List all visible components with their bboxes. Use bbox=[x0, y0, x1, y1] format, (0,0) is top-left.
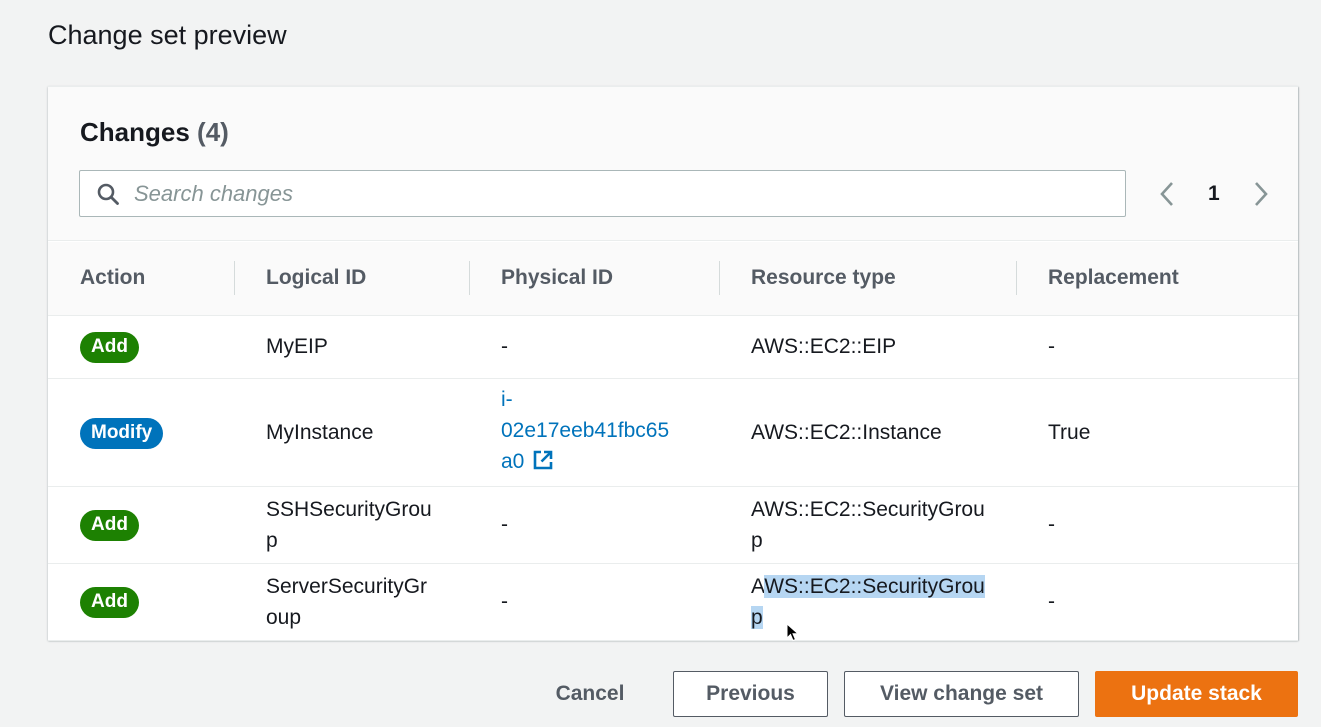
changes-panel-header: Changes (4) 1 bbox=[48, 87, 1298, 241]
chevron-left-icon[interactable] bbox=[1156, 179, 1178, 209]
table-row: Add SSHSecurityGrou p - AWS::EC2::Securit… bbox=[48, 486, 1298, 564]
changes-panel: Changes (4) 1 bbox=[48, 86, 1298, 641]
resource-type: AWS::EC2::EIP bbox=[751, 335, 897, 358]
physical-id: - bbox=[501, 335, 508, 358]
pagination: 1 bbox=[1156, 177, 1272, 211]
action-badge: Add bbox=[80, 510, 139, 541]
previous-button[interactable]: Previous bbox=[673, 671, 828, 717]
selected-text: p bbox=[751, 605, 763, 629]
logical-id: ServerSecurityGr oup bbox=[266, 574, 428, 629]
column-header-physical-id[interactable]: Physical ID bbox=[469, 242, 719, 316]
resource-type: AWS::EC2::Instance bbox=[751, 420, 942, 444]
resource-type: AWS::EC2::SecurityGrou p bbox=[751, 497, 985, 552]
physical-id: i- 02e17eeb41fbc65 a0 bbox=[469, 384, 719, 480]
chevron-right-icon[interactable] bbox=[1250, 179, 1272, 209]
physical-id: - bbox=[501, 513, 508, 536]
logical-id: MyInstance bbox=[266, 420, 374, 444]
replacement: - bbox=[1048, 335, 1055, 358]
changes-count: (4) bbox=[197, 117, 229, 147]
search-input[interactable] bbox=[134, 180, 1034, 207]
action-badge: Add bbox=[80, 332, 139, 363]
selected-text: WS::EC2::SecurityGrou bbox=[764, 574, 985, 598]
replacement: True bbox=[1048, 420, 1091, 444]
action-badge: Modify bbox=[80, 417, 164, 449]
table-row: Modify MyInstance i- 02e17eeb41fbc65 a0 … bbox=[48, 378, 1298, 487]
changes-title: Changes (4) bbox=[80, 117, 229, 148]
table-header-row: Action Logical ID Physical ID Resource t… bbox=[48, 242, 1298, 316]
column-header-action[interactable]: Action bbox=[48, 242, 234, 316]
column-header-resource-type[interactable]: Resource type bbox=[719, 242, 1016, 316]
page-number[interactable]: 1 bbox=[1208, 182, 1220, 206]
physical-id: - bbox=[501, 590, 508, 613]
table-row: Add MyEIP - AWS::EC2::EIP - bbox=[48, 315, 1298, 379]
physical-id-link[interactable]: i- 02e17eeb41fbc65 a0 bbox=[501, 388, 669, 473]
replacement: - bbox=[1048, 513, 1055, 536]
logical-id: MyEIP bbox=[266, 335, 328, 358]
page-title: Change set preview bbox=[48, 20, 287, 50]
column-header-logical-id[interactable]: Logical ID bbox=[234, 242, 469, 316]
external-link-icon bbox=[532, 449, 554, 480]
view-change-set-button[interactable]: View change set bbox=[844, 671, 1079, 717]
resource-type: AWS::EC2::SecurityGrou p bbox=[751, 574, 985, 629]
search-box[interactable] bbox=[79, 170, 1126, 217]
changes-title-text: Changes bbox=[80, 117, 190, 147]
search-icon bbox=[96, 182, 120, 206]
replacement: - bbox=[1048, 590, 1055, 613]
changes-table: Action Logical ID Physical ID Resource t… bbox=[48, 242, 1298, 641]
update-stack-button[interactable]: Update stack bbox=[1095, 671, 1298, 717]
mouse-pointer-icon bbox=[786, 622, 800, 648]
logical-id: SSHSecurityGrou p bbox=[266, 497, 432, 552]
column-header-replacement[interactable]: Replacement bbox=[1016, 242, 1298, 316]
cancel-button[interactable]: Cancel bbox=[540, 671, 640, 717]
action-badge: Add bbox=[80, 587, 139, 618]
table-row: Add ServerSecurityGr oup - AWS::EC2::Secu… bbox=[48, 563, 1298, 641]
